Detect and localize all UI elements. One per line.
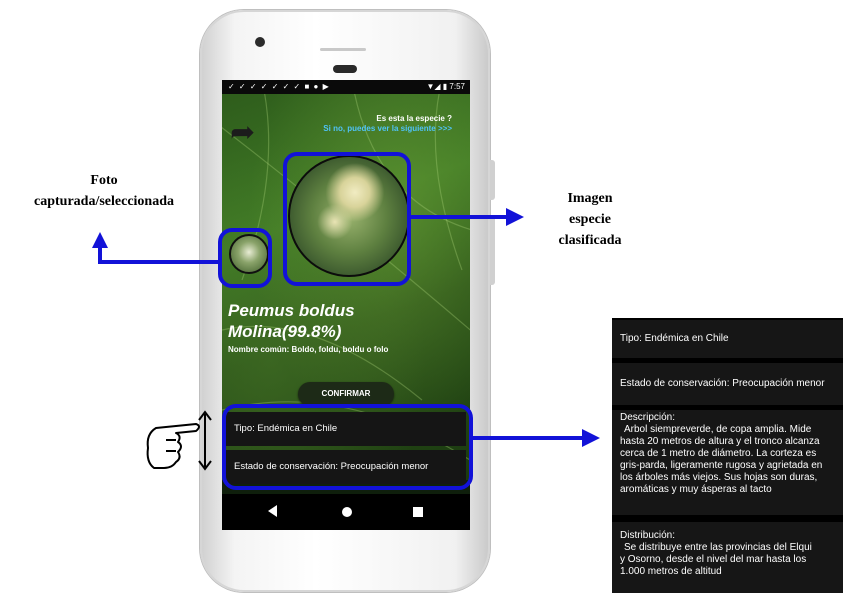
zoomed-details-panel: Tipo: Endémica en Chile Estado de conser… [612, 318, 843, 593]
photo-arrow [98, 246, 218, 264]
zoom-distribucion: Distribución: Se distribuye entre las pr… [612, 522, 843, 593]
scroll-updown-icon [198, 410, 212, 471]
photo-arrow-head [92, 232, 108, 248]
zoom-descripcion: Descripción: Arbol siempreverde, de copa… [612, 410, 843, 515]
zoom-estado: Estado de conservación: Preocupación men… [612, 363, 843, 405]
swipe-hand-icon [146, 423, 200, 469]
zoom-tipo: Tipo: Endémica en Chile [612, 320, 843, 358]
image-arrow-head [506, 208, 524, 226]
info-arrow-head [582, 429, 600, 447]
